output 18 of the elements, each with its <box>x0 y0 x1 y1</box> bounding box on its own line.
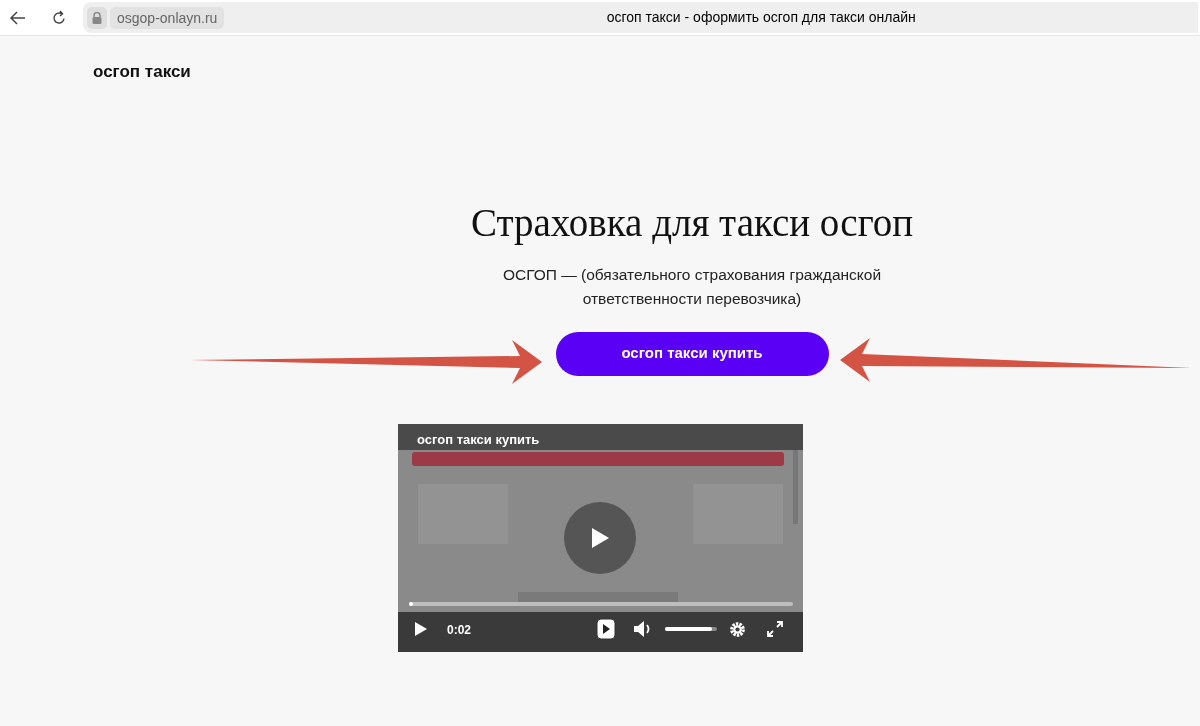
description: ОСГОП — (обязательного страхования гражданской ответственности перевозчика) <box>501 264 883 309</box>
address-bar[interactable]: osgop-onlayn.ru осгоп такси - оформить осгоп для такси онлайн <box>83 2 1198 33</box>
site-title[interactable]: осгоп такси <box>93 62 191 81</box>
page-title: осгоп такси - оформить осгоп для такси онлайн <box>606 8 916 27</box>
back-icon[interactable] <box>10 10 26 25</box>
lock-icon <box>87 6 107 29</box>
play-icon[interactable] <box>414 620 428 637</box>
fullscreen-icon[interactable] <box>767 620 783 637</box>
video-player[interactable]: осгоп такси купить 0:02 <box>398 423 803 652</box>
video-time: 0:02 <box>447 621 472 639</box>
heading: Страховка для такси осгоп <box>470 199 914 246</box>
buy-button[interactable]: осгоп такси купить <box>555 331 829 376</box>
play-icon <box>590 526 610 549</box>
progress-track[interactable] <box>409 601 793 606</box>
settings-icon[interactable] <box>728 619 747 639</box>
video-logo-icon[interactable] <box>596 617 616 640</box>
reload-icon[interactable] <box>52 10 66 25</box>
url-text: osgop-onlayn.ru <box>110 6 225 29</box>
